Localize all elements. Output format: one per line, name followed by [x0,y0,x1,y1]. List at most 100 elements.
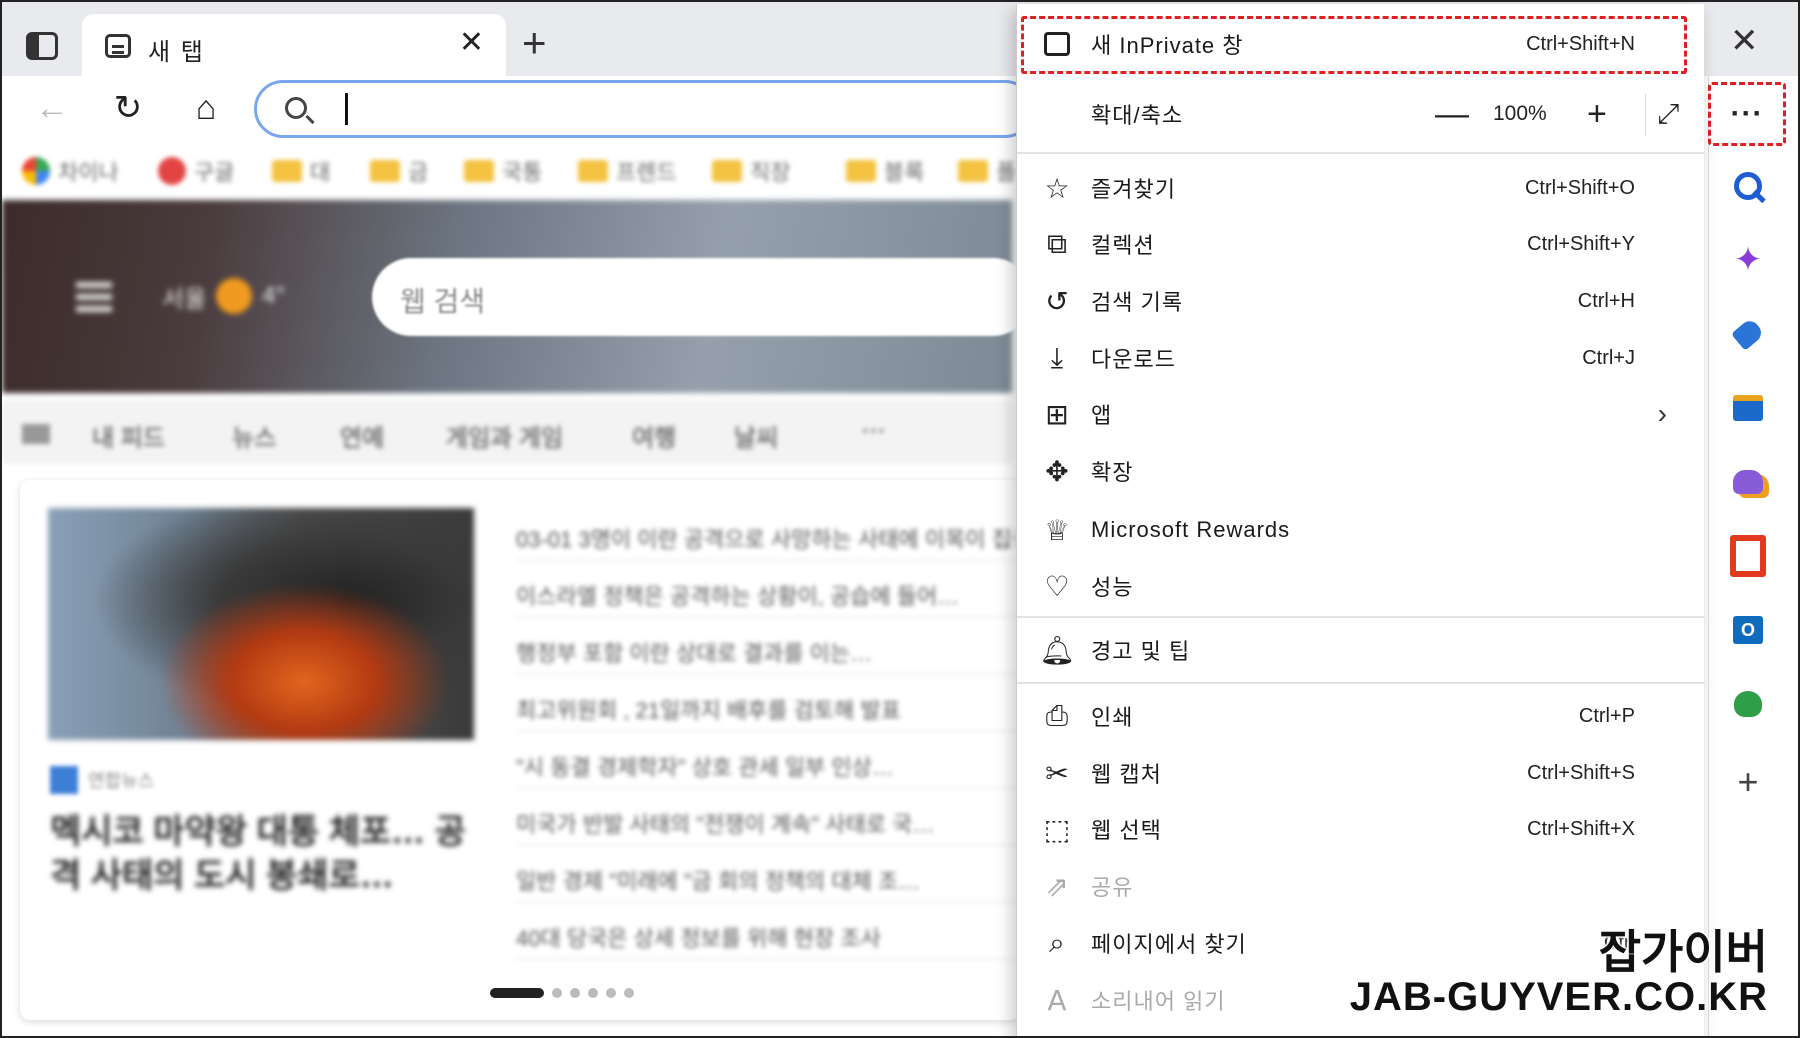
news-headline[interactable]: 멕시코 마약왕 대통 체포… 공격 사태의 도시 봉쇄로… [50,810,470,898]
news-tab[interactable]: 내 피드 [92,418,165,453]
pager-dot[interactable] [552,988,562,998]
menu-item-label: 확대/축소 [1091,103,1184,128]
folder-icon [846,160,876,182]
list-item[interactable]: 40대 당국은 상세 정보를 위해 현장 조사 [516,903,1016,960]
news-tab[interactable]: 게임과 게임 [446,418,563,453]
tab-actions-icon[interactable] [26,32,58,60]
collections-icon: ⧉ [1047,227,1067,260]
list-item[interactable]: "시 동결 경제학자" 상호 관세 일부 인상… [516,732,1016,789]
search-icon[interactable] [1730,168,1766,204]
menu-icon[interactable] [22,424,50,444]
back-button[interactable]: ← [32,88,72,128]
watermark-korean: 잡가이버 [1598,925,1769,978]
apps-menu-icon[interactable] [76,282,112,312]
settings-and-more-button[interactable]: ··· [1708,82,1786,146]
address-bar[interactable] [254,80,1034,138]
new-tab-page: 서울 4° 웹 검색 내 피드 뉴스 연예 게임과 게임 여행 날씨 ··· 연… [2,200,1032,1036]
news-tab[interactable]: 날씨 [734,418,778,453]
list-item[interactable]: 이스라엘 정책은 공격하는 상황이, 공습에 들어… [516,561,1016,618]
news-tab[interactable]: 연예 [340,418,384,453]
chevron-right-icon: › [1657,398,1667,429]
zoom-in-button[interactable]: + [1587,95,1607,134]
menu-item-label: 새 InPrivate 창 [1091,33,1244,58]
menu-item-inprivate[interactable]: 새 InPrivate 창 Ctrl+Shift+N [1017,18,1705,70]
bookmark-item[interactable]: 차이나 [22,156,119,186]
menu-item-extensions[interactable]: ✥ 확장 [1017,445,1705,497]
list-item[interactable]: 일반 경제 "미래에 "금 회의 정책의 대체 조… [516,846,1016,903]
news-image[interactable] [48,508,474,740]
add-sidebar-app-button[interactable]: + [1730,761,1766,802]
weather-widget[interactable]: 서울 4° [162,278,285,314]
fullscreen-button[interactable]: ⤢ [1657,98,1679,131]
menu-item-downloads[interactable]: ⤓ 다운로드 Ctrl+J [1017,332,1705,384]
pager-dot[interactable] [588,988,598,998]
menu-item-performance[interactable]: ♡ 성능 [1017,560,1705,612]
copilot-icon[interactable]: ✦ [1730,241,1766,279]
favorites-bar: 차이나 구글 대 금 국통 프렌드 직장 블록 폴 [2,146,1016,200]
office-icon[interactable] [1730,538,1766,574]
list-item[interactable]: 행정부 포함 이란 상대로 결과를 이는… [516,618,1016,675]
download-icon: ⤓ [1050,341,1064,374]
pager-dot[interactable] [570,988,580,998]
zoom-level: 100% [1493,102,1547,125]
pager-dot-active[interactable] [490,988,544,998]
divider [1017,682,1705,684]
rewards-trophy-icon: ♕ [1044,513,1070,547]
games-icon[interactable] [1730,464,1766,500]
watermark: 잡가이버 JAB-GUYVER.CO.KR [1350,925,1769,1018]
folder-icon [578,160,608,182]
menu-item-web-capture[interactable]: ✂ 웹 캡처 Ctrl+Shift+S [1017,747,1705,799]
menu-item-rewards[interactable]: ♕ Microsoft Rewards [1017,504,1705,556]
performance-heart-icon: ♡ [1044,569,1070,603]
bookmark-folder[interactable]: 폴 [958,156,1016,186]
google-icon [22,157,50,185]
bookmark-folder[interactable]: 프렌드 [578,156,677,186]
read-aloud-icon: A [1047,983,1067,1017]
news-tab[interactable]: 여행 [632,418,676,453]
tab-new-tab[interactable]: 새 탭 ✕ [82,14,506,76]
menu-item-alerts[interactable]: 🔔︎ 경고 및 팁 [1017,624,1705,676]
menu-item-history[interactable]: ↺ 검색 기록 Ctrl+H [1017,275,1705,327]
favorites-star-icon: ☆ [1044,171,1070,205]
browser-window: 새 탭 ✕ + ← ↻ ⌂ 차이나 구글 대 금 국통 프렌드 직장 블록 폴 … [0,0,1800,1038]
bookmark-item[interactable]: 구글 [158,156,234,186]
menu-item-web-select[interactable]: ⬚ 웹 선택 Ctrl+Shift+X [1017,803,1705,855]
outlook-icon[interactable] [1730,612,1766,648]
zoom-out-button[interactable]: — [1435,95,1469,134]
drop-tree-icon[interactable] [1730,686,1766,722]
menu-item-collections[interactable]: ⧉ 컬렉션 Ctrl+Shift+Y [1017,218,1705,270]
bookmark-folder[interactable]: 금 [370,156,428,186]
bell-icon: 🔔︎ [1039,633,1075,667]
bookmark-folder[interactable]: 대 [272,156,330,186]
bookmark-folder[interactable]: 국통 [464,156,542,186]
share-icon: ⇗ [1045,869,1069,903]
tab-close-button[interactable]: ✕ [459,28,484,58]
menu-item-print[interactable]: ⎙ 인쇄 Ctrl+P [1017,690,1705,742]
news-card: 연합뉴스 멕시코 마약왕 대통 체포… 공격 사태의 도시 봉쇄로… 03-01… [20,480,1020,1020]
more-tabs[interactable]: ··· [862,418,886,446]
list-item[interactable]: 03-01 3명이 이란 공격으로 사망하는 사태에 이목이 집중… [516,504,1016,561]
bookmark-folder[interactable]: 블록 [846,156,924,186]
reload-button[interactable]: ↻ [108,88,148,128]
menu-item-favorites[interactable]: ☆ 즐겨찾기 Ctrl+Shift+O [1017,162,1705,214]
extensions-puzzle-icon: ✥ [1045,454,1069,488]
divider [1017,616,1705,618]
find-in-page-icon: ⌕ [1049,926,1065,959]
web-select-icon: ⬚ [1043,812,1071,846]
new-tab-page-icon [105,34,131,58]
pager-dot[interactable] [624,988,634,998]
web-search-box[interactable]: 웹 검색 [372,258,1032,336]
menu-item-apps[interactable]: ⊞ 앱 › [1017,388,1705,440]
pager-dot[interactable] [606,988,616,998]
news-list: 03-01 3명이 이란 공격으로 사망하는 사태에 이목이 집중… 이스라엘 … [516,504,1016,960]
tools-icon[interactable] [1730,390,1766,426]
home-button[interactable]: ⌂ [186,88,226,128]
close-window-button[interactable]: ✕ [1730,24,1759,58]
list-item[interactable]: 미국가 반발 사태의 "전쟁이 계속" 사태로 국… [516,789,1016,846]
list-item[interactable]: 최고위원회 , 21일까지 배후를 검토해 발표 [516,675,1016,732]
site-icon [158,157,186,185]
news-tab[interactable]: 뉴스 [232,418,276,453]
new-tab-button[interactable]: + [522,22,547,64]
shopping-tag-icon[interactable] [1730,316,1766,352]
bookmark-folder[interactable]: 직장 [712,156,790,186]
